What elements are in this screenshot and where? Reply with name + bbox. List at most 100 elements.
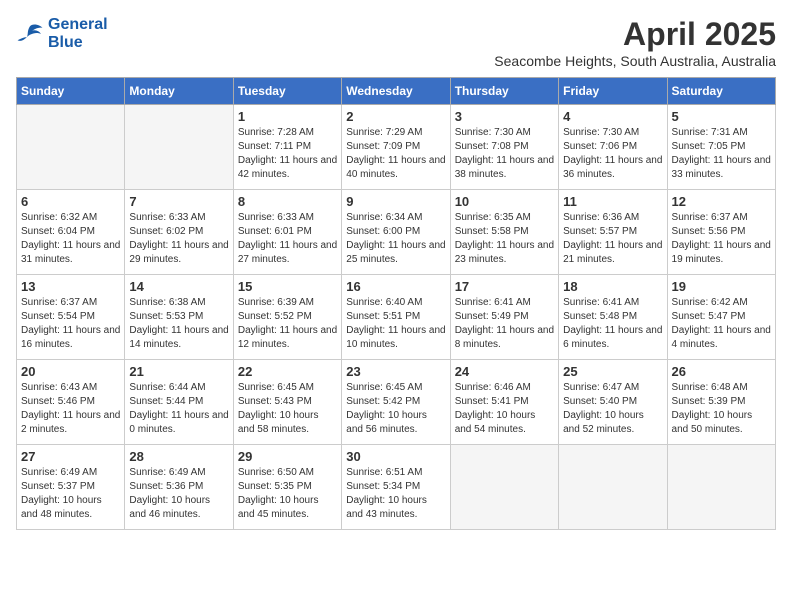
day-info: Sunrise: 7:30 AM Sunset: 7:08 PM Dayligh… — [455, 126, 554, 182]
day-number: 13 — [21, 279, 120, 294]
calendar-cell: 29Sunrise: 6:50 AM Sunset: 5:35 PM Dayli… — [233, 445, 341, 530]
day-number: 3 — [455, 109, 554, 124]
day-number: 2 — [346, 109, 445, 124]
col-header-sunday: Sunday — [17, 78, 125, 105]
day-info: Sunrise: 6:49 AM Sunset: 5:37 PM Dayligh… — [21, 466, 120, 522]
day-number: 1 — [238, 109, 337, 124]
week-row-5: 27 Sunrise: 6:49 AM Sunset: 5:37 PM Dayli… — [17, 445, 776, 530]
calendar-cell: 11Sunrise: 6:36 AM Sunset: 5:57 PM Dayli… — [559, 190, 667, 275]
calendar-cell: 28 Sunrise: 6:49 AM Sunset: 5:36 PM Dayli… — [125, 445, 233, 530]
col-header-wednesday: Wednesday — [342, 78, 450, 105]
calendar-cell: 5 Sunrise: 7:31 AM Sunset: 7:05 PM Daylig… — [667, 105, 775, 190]
day-number: 26 — [672, 364, 771, 379]
calendar-cell — [17, 105, 125, 190]
day-number: 4 — [563, 109, 662, 124]
day-number: 16 — [346, 279, 445, 294]
calendar-cell: 25 Sunrise: 6:47 AM Sunset: 5:40 PM Dayli… — [559, 360, 667, 445]
calendar-cell: 24 Sunrise: 6:46 AM Sunset: 5:41 PM Dayli… — [450, 360, 558, 445]
day-number: 28 — [129, 449, 228, 464]
day-info: Sunrise: 6:44 AM Sunset: 5:44 PM Dayligh… — [129, 381, 228, 437]
day-info: Sunrise: 7:29 AM Sunset: 7:09 PM Dayligh… — [346, 126, 445, 182]
day-number: 25 — [563, 364, 662, 379]
week-row-2: 6 Sunrise: 6:32 AM Sunset: 6:04 PM Daylig… — [17, 190, 776, 275]
day-number: 10 — [455, 194, 554, 209]
day-info: Sunrise: 6:41 AM Sunset: 5:48 PM Dayligh… — [563, 296, 662, 352]
calendar-cell: 22Sunrise: 6:45 AM Sunset: 5:43 PM Dayli… — [233, 360, 341, 445]
day-info: Sunrise: 7:31 AM Sunset: 7:05 PM Dayligh… — [672, 126, 771, 182]
day-number: 18 — [563, 279, 662, 294]
day-info: Sunrise: 6:51 AM Sunset: 5:34 PM Dayligh… — [346, 466, 445, 522]
day-info: Sunrise: 6:32 AM Sunset: 6:04 PM Dayligh… — [21, 211, 120, 267]
day-info: Sunrise: 6:40 AM Sunset: 5:51 PM Dayligh… — [346, 296, 445, 352]
week-row-3: 13Sunrise: 6:37 AM Sunset: 5:54 PM Dayli… — [17, 275, 776, 360]
day-info: Sunrise: 6:33 AM Sunset: 6:02 PM Dayligh… — [129, 211, 228, 267]
day-info: Sunrise: 6:35 AM Sunset: 5:58 PM Dayligh… — [455, 211, 554, 267]
calendar-table: SundayMondayTuesdayWednesdayThursdayFrid… — [16, 77, 776, 530]
week-row-4: 20 Sunrise: 6:43 AM Sunset: 5:46 PM Dayli… — [17, 360, 776, 445]
day-info: Sunrise: 6:48 AM Sunset: 5:39 PM Dayligh… — [672, 381, 771, 437]
day-info: Sunrise: 6:34 AM Sunset: 6:00 PM Dayligh… — [346, 211, 445, 267]
calendar-cell: 19Sunrise: 6:42 AM Sunset: 5:47 PM Dayli… — [667, 275, 775, 360]
day-info: Sunrise: 7:28 AM Sunset: 7:11 PM Dayligh… — [238, 126, 337, 182]
day-number: 27 — [21, 449, 120, 464]
calendar-cell: 26 Sunrise: 6:48 AM Sunset: 5:39 PM Dayli… — [667, 360, 775, 445]
day-info: Sunrise: 6:45 AM Sunset: 5:43 PM Dayligh… — [238, 381, 337, 437]
day-info: Sunrise: 6:38 AM Sunset: 5:53 PM Dayligh… — [129, 296, 228, 352]
day-info: Sunrise: 6:33 AM Sunset: 6:01 PM Dayligh… — [238, 211, 337, 267]
day-info: Sunrise: 6:39 AM Sunset: 5:52 PM Dayligh… — [238, 296, 337, 352]
calendar-cell: 2 Sunrise: 7:29 AM Sunset: 7:09 PM Daylig… — [342, 105, 450, 190]
day-number: 11 — [563, 194, 662, 209]
calendar-cell — [450, 445, 558, 530]
calendar-cell: 8 Sunrise: 6:33 AM Sunset: 6:01 PM Daylig… — [233, 190, 341, 275]
month-title: April 2025 — [494, 16, 776, 53]
location-title: Seacombe Heights, South Australia, Austr… — [494, 53, 776, 69]
title-block: April 2025 Seacombe Heights, South Austr… — [494, 16, 776, 69]
calendar-cell — [667, 445, 775, 530]
calendar-cell: 16 Sunrise: 6:40 AM Sunset: 5:51 PM Dayli… — [342, 275, 450, 360]
col-header-monday: Monday — [125, 78, 233, 105]
col-header-tuesday: Tuesday — [233, 78, 341, 105]
day-number: 5 — [672, 109, 771, 124]
day-number: 19 — [672, 279, 771, 294]
page-header: General Blue April 2025 Seacombe Heights… — [16, 16, 776, 69]
calendar-cell: 18 Sunrise: 6:41 AM Sunset: 5:48 PM Dayli… — [559, 275, 667, 360]
logo-icon — [16, 23, 44, 45]
calendar-cell — [559, 445, 667, 530]
day-info: Sunrise: 7:30 AM Sunset: 7:06 PM Dayligh… — [563, 126, 662, 182]
day-number: 21 — [129, 364, 228, 379]
day-number: 15 — [238, 279, 337, 294]
calendar-cell: 17Sunrise: 6:41 AM Sunset: 5:49 PM Dayli… — [450, 275, 558, 360]
week-row-1: 1 Sunrise: 7:28 AM Sunset: 7:11 PM Daylig… — [17, 105, 776, 190]
calendar-cell: 23 Sunrise: 6:45 AM Sunset: 5:42 PM Dayli… — [342, 360, 450, 445]
day-number: 6 — [21, 194, 120, 209]
calendar-cell: 6 Sunrise: 6:32 AM Sunset: 6:04 PM Daylig… — [17, 190, 125, 275]
day-number: 29 — [238, 449, 337, 464]
col-header-friday: Friday — [559, 78, 667, 105]
calendar-header-row: SundayMondayTuesdayWednesdayThursdayFrid… — [17, 78, 776, 105]
day-info: Sunrise: 6:46 AM Sunset: 5:41 PM Dayligh… — [455, 381, 554, 437]
day-number: 30 — [346, 449, 445, 464]
calendar-cell: 21 Sunrise: 6:44 AM Sunset: 5:44 PM Dayli… — [125, 360, 233, 445]
day-info: Sunrise: 6:43 AM Sunset: 5:46 PM Dayligh… — [21, 381, 120, 437]
day-info: Sunrise: 6:41 AM Sunset: 5:49 PM Dayligh… — [455, 296, 554, 352]
day-info: Sunrise: 6:49 AM Sunset: 5:36 PM Dayligh… — [129, 466, 228, 522]
col-header-thursday: Thursday — [450, 78, 558, 105]
day-info: Sunrise: 6:37 AM Sunset: 5:56 PM Dayligh… — [672, 211, 771, 267]
calendar-cell: 14Sunrise: 6:38 AM Sunset: 5:53 PM Dayli… — [125, 275, 233, 360]
day-number: 20 — [21, 364, 120, 379]
calendar-cell: 4 Sunrise: 7:30 AM Sunset: 7:06 PM Daylig… — [559, 105, 667, 190]
calendar-cell: 12 Sunrise: 6:37 AM Sunset: 5:56 PM Dayli… — [667, 190, 775, 275]
day-number: 24 — [455, 364, 554, 379]
day-number: 23 — [346, 364, 445, 379]
day-number: 8 — [238, 194, 337, 209]
day-number: 7 — [129, 194, 228, 209]
calendar-cell: 1 Sunrise: 7:28 AM Sunset: 7:11 PM Daylig… — [233, 105, 341, 190]
day-number: 12 — [672, 194, 771, 209]
day-info: Sunrise: 6:45 AM Sunset: 5:42 PM Dayligh… — [346, 381, 445, 437]
calendar-cell: 27 Sunrise: 6:49 AM Sunset: 5:37 PM Dayli… — [17, 445, 125, 530]
day-info: Sunrise: 6:47 AM Sunset: 5:40 PM Dayligh… — [563, 381, 662, 437]
col-header-saturday: Saturday — [667, 78, 775, 105]
calendar-cell: 13Sunrise: 6:37 AM Sunset: 5:54 PM Dayli… — [17, 275, 125, 360]
calendar-cell: 7 Sunrise: 6:33 AM Sunset: 6:02 PM Daylig… — [125, 190, 233, 275]
calendar-cell: 9Sunrise: 6:34 AM Sunset: 6:00 PM Daylig… — [342, 190, 450, 275]
